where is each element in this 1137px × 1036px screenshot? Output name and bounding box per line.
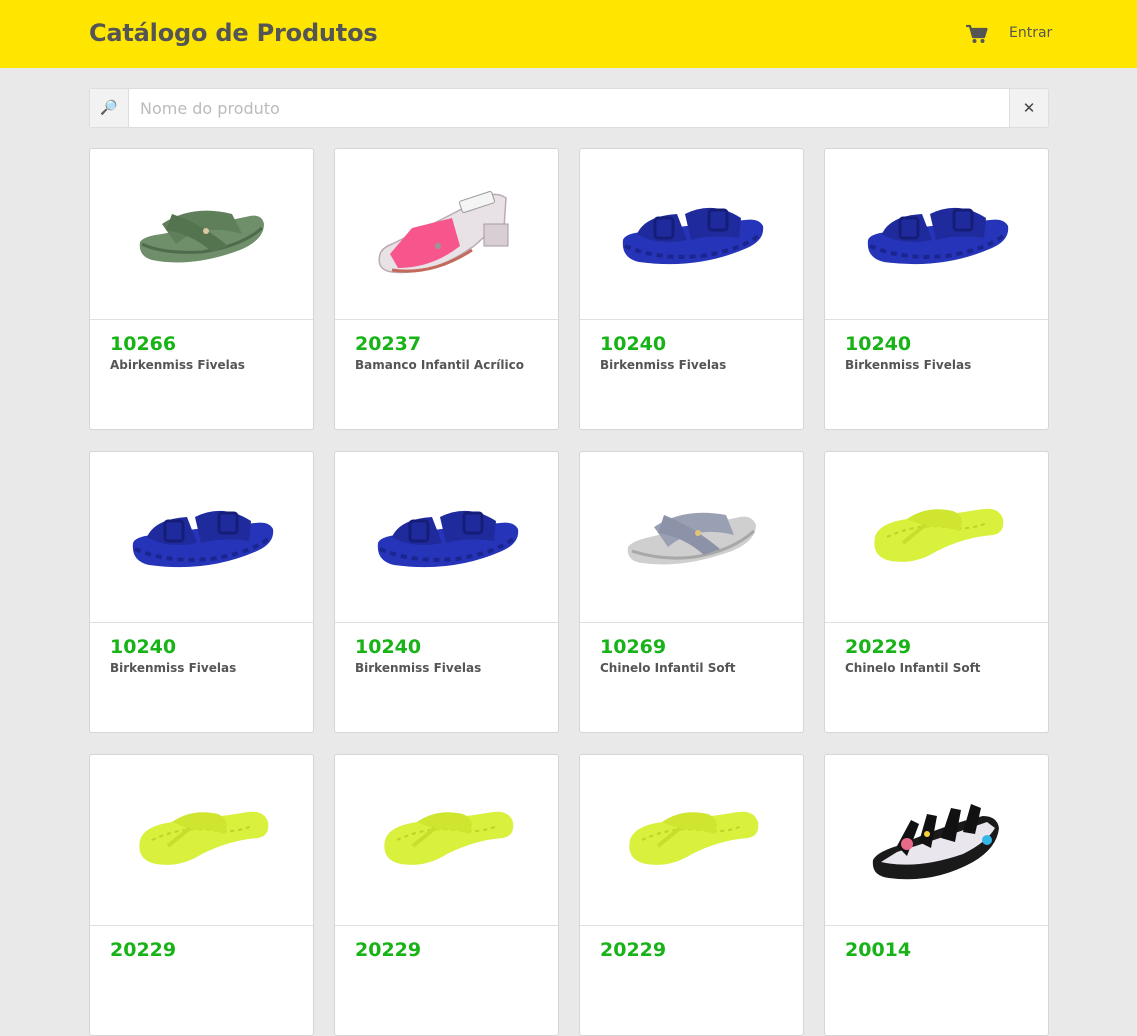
product-info: 10240 Birkenmiss Fivelas [825, 320, 1048, 386]
product-info: 10240 Birkenmiss Fivelas [335, 623, 558, 689]
blue-buckle-slide-image[interactable] [825, 149, 1048, 320]
product-name: Birkenmiss Fivelas [355, 661, 482, 675]
product-card[interactable]: 10240 Birkenmiss Fivelas [579, 148, 804, 430]
product-code[interactable]: 10266 [110, 332, 293, 356]
black-strappy-sandal-image[interactable] [825, 755, 1048, 926]
cart-icon[interactable] [965, 24, 988, 44]
product-name: Abirkenmiss Fivelas [110, 358, 245, 372]
product-code[interactable]: 20237 [355, 332, 538, 356]
product-code[interactable]: 20229 [600, 938, 783, 962]
product-info: 10269 Chinelo Infantil Soft [580, 623, 803, 689]
product-code[interactable]: 10240 [355, 635, 538, 659]
product-name: Chinelo Infantil Soft [845, 661, 981, 675]
product-code[interactable]: 20014 [845, 938, 1028, 962]
search-bar: 🔎 ✕ [89, 88, 1049, 128]
product-code[interactable]: 10240 [845, 332, 1028, 356]
product-card[interactable]: 10266 Abirkenmiss Fivelas [89, 148, 314, 430]
product-card[interactable]: 20229 [89, 754, 314, 1036]
product-code[interactable]: 10240 [600, 332, 783, 356]
page-title[interactable]: Catálogo de Produtos [89, 19, 378, 47]
green-cross-slide-image[interactable] [90, 149, 313, 320]
product-info: 10266 Abirkenmiss Fivelas [90, 320, 313, 386]
product-card[interactable]: 10240 Birkenmiss Fivelas [89, 451, 314, 733]
product-card[interactable]: 20229 Chinelo Infantil Soft [824, 451, 1049, 733]
product-grid: 10266 Abirkenmiss Fivelas 20237 Bamanco Inf… [89, 148, 1049, 1036]
lime-flipflop-image[interactable] [335, 755, 558, 926]
product-code[interactable]: 20229 [845, 635, 1028, 659]
product-code[interactable]: 10240 [110, 635, 293, 659]
product-info: 10240 Birkenmiss Fivelas [90, 623, 313, 689]
product-card[interactable]: 20237 Bamanco Infantil Acrílico [334, 148, 559, 430]
silver-cross-slide-image[interactable] [580, 452, 803, 623]
clear-search-button[interactable]: ✕ [1009, 89, 1048, 127]
blue-buckle-slide-image[interactable] [580, 149, 803, 320]
blue-buckle-slide-image[interactable] [90, 452, 313, 623]
product-card[interactable]: 10269 Chinelo Infantil Soft [579, 451, 804, 733]
product-card[interactable]: 20229 [334, 754, 559, 1036]
search-icon: 🔎 [90, 89, 129, 127]
product-name: Birkenmiss Fivelas [845, 358, 972, 372]
product-info: 20237 Bamanco Infantil Acrílico [335, 320, 558, 386]
pink-acrylic-heel-image[interactable] [335, 149, 558, 320]
product-name: Bamanco Infantil Acrílico [355, 358, 524, 372]
login-link[interactable]: Entrar [1009, 25, 1052, 41]
search-input[interactable] [130, 89, 1010, 127]
product-card[interactable]: 10240 Birkenmiss Fivelas [824, 148, 1049, 430]
product-code[interactable]: 10269 [600, 635, 783, 659]
product-name: Birkenmiss Fivelas [600, 358, 727, 372]
product-card[interactable]: 10240 Birkenmiss Fivelas [334, 451, 559, 733]
product-name: Chinelo Infantil Soft [600, 661, 736, 675]
lime-flipflop-image[interactable] [90, 755, 313, 926]
product-code[interactable]: 20229 [355, 938, 538, 962]
blue-buckle-slide-image[interactable] [335, 452, 558, 623]
product-name: Birkenmiss Fivelas [110, 661, 237, 675]
product-card[interactable]: 20014 [824, 754, 1049, 1036]
product-code[interactable]: 20229 [110, 938, 293, 962]
product-card[interactable]: 20229 [579, 754, 804, 1036]
lime-flipflop-image[interactable] [825, 452, 1048, 623]
product-info: 20229 Chinelo Infantil Soft [825, 623, 1048, 689]
top-navbar: Catálogo de Produtos Entrar [0, 0, 1137, 68]
lime-flipflop-image[interactable] [580, 755, 803, 926]
product-info: 10240 Birkenmiss Fivelas [580, 320, 803, 386]
